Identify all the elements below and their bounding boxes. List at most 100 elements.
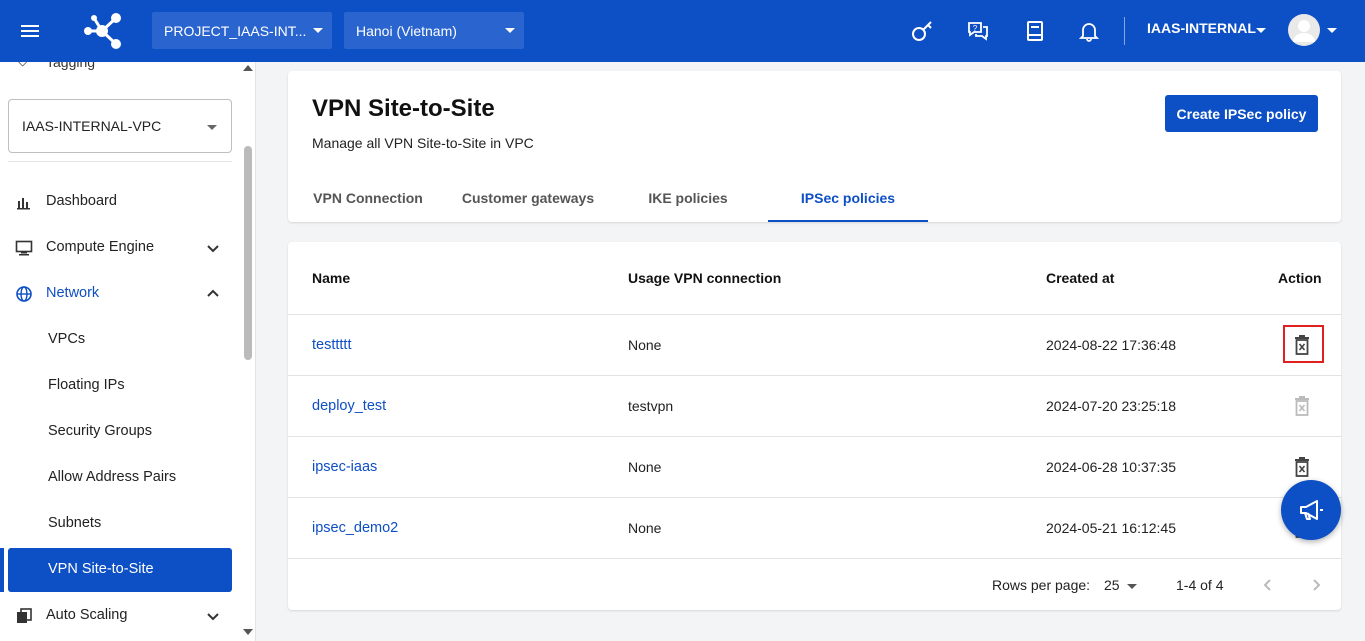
chevron-down-icon bbox=[505, 28, 515, 33]
support-button[interactable]: ? bbox=[965, 18, 991, 44]
table-row: ipsec_demo2 None 2024-05-21 16:12:45 bbox=[288, 497, 1341, 558]
tab-ike-policies[interactable]: IKE policies bbox=[608, 178, 768, 222]
created-cell: 2024-08-22 17:36:48 bbox=[1046, 337, 1176, 353]
sidebar-item-network[interactable]: Network bbox=[0, 272, 240, 316]
tab-vpn-connection[interactable]: VPN Connection bbox=[288, 178, 448, 222]
sidebar-item-allow-address-pairs[interactable]: Allow Address Pairs bbox=[0, 456, 240, 500]
created-cell: 2024-06-28 10:37:35 bbox=[1046, 459, 1176, 475]
key-button[interactable] bbox=[909, 18, 935, 44]
chevron-down-icon bbox=[1327, 28, 1337, 33]
sidebar-item-security-groups[interactable]: Security Groups bbox=[0, 410, 240, 454]
support-chat-icon: ? bbox=[968, 22, 988, 41]
policy-name-link[interactable]: ipsec_demo2 bbox=[312, 520, 398, 536]
network-logo-icon[interactable] bbox=[80, 10, 124, 52]
rows-per-page-select[interactable]: 25 bbox=[1104, 577, 1120, 593]
active-indicator bbox=[0, 548, 4, 592]
project-select-value: PROJECT_IAAS-INT... bbox=[164, 22, 307, 39]
chevron-up-icon bbox=[207, 289, 219, 297]
ipsec-policies-table: Name Usage VPN connection Created at Act… bbox=[288, 242, 1341, 610]
create-ipsec-policy-button[interactable]: Create IPSec policy bbox=[1165, 95, 1318, 132]
account-name: IAAS-INTERNAL bbox=[1147, 20, 1256, 36]
created-cell: 2024-05-21 16:12:45 bbox=[1046, 520, 1176, 536]
sidebar-item-vpcs[interactable]: VPCs bbox=[0, 318, 240, 362]
account-menu[interactable]: IAAS-INTERNAL bbox=[1147, 20, 1256, 36]
scroll-up-icon[interactable] bbox=[243, 65, 253, 71]
next-page-icon[interactable] bbox=[1304, 573, 1328, 597]
sidebar-item-label: Auto Scaling bbox=[46, 607, 128, 623]
bar-chart-icon bbox=[17, 198, 30, 210]
usage-cell: testvpn bbox=[628, 398, 674, 414]
sidebar-item-floating-ips[interactable]: Floating IPs bbox=[0, 364, 240, 408]
delete-icon[interactable] bbox=[1293, 457, 1311, 477]
docs-button[interactable] bbox=[1022, 18, 1048, 44]
scaling-icon bbox=[17, 608, 32, 623]
sidebar-item-label: Tagging bbox=[46, 62, 96, 70]
sidebar-item-compute-engine[interactable]: Compute Engine bbox=[0, 226, 240, 270]
scrollbar-thumb[interactable] bbox=[244, 146, 252, 360]
sidebar-item-auto-scaling[interactable]: Auto Scaling bbox=[0, 594, 240, 638]
region-select-value: Hanoi (Vietnam) bbox=[356, 22, 457, 39]
user-avatar-icon bbox=[1293, 20, 1315, 42]
region-select[interactable]: Hanoi (Vietnam) bbox=[344, 12, 524, 49]
policy-name-link[interactable]: ipsec-iaas bbox=[312, 459, 377, 475]
vpc-select-value: IAAS-INTERNAL-VPC bbox=[22, 118, 162, 134]
key-icon bbox=[912, 21, 932, 41]
tab-customer-gateways[interactable]: Customer gateways bbox=[448, 178, 608, 222]
sidebar-item-dashboard[interactable]: Dashboard bbox=[0, 180, 240, 224]
sidebar-item-label: VPCs bbox=[48, 331, 86, 347]
megaphone-icon bbox=[1300, 500, 1323, 520]
sidebar-item-subnets[interactable]: Subnets bbox=[0, 502, 240, 546]
column-header-usage: Usage VPN connection bbox=[628, 270, 782, 286]
usage-cell: None bbox=[628, 459, 662, 475]
chevron-down-icon bbox=[1256, 28, 1266, 33]
page-subtitle: Manage all VPN Site-to-Site in VPC bbox=[312, 135, 534, 151]
usage-cell: None bbox=[628, 337, 662, 353]
bell-icon bbox=[1079, 23, 1099, 42]
menu-button[interactable] bbox=[0, 0, 60, 62]
column-header-action: Action bbox=[1278, 270, 1322, 286]
tab-ipsec-policies[interactable]: IPSec policies bbox=[768, 178, 928, 222]
sidebar-item-label: Allow Address Pairs bbox=[48, 469, 177, 485]
sidebar-item-label: Subnets bbox=[48, 515, 102, 531]
column-header-name: Name bbox=[312, 270, 351, 286]
sidebar-item-label: Compute Engine bbox=[46, 239, 155, 255]
announcement-button[interactable] bbox=[1281, 480, 1341, 540]
column-header-created: Created at bbox=[1046, 270, 1115, 286]
notifications-button[interactable] bbox=[1076, 18, 1102, 44]
topbar-divider bbox=[1124, 17, 1125, 45]
project-select[interactable]: PROJECT_IAAS-INT... bbox=[152, 12, 332, 49]
page-header-card: VPN Site-to-Site Manage all VPN Site-to-… bbox=[288, 71, 1341, 222]
delete-icon bbox=[1295, 396, 1309, 416]
top-bar: PROJECT_IAAS-INT... Hanoi (Vietnam) ? IA… bbox=[0, 0, 1365, 62]
scroll-down-icon[interactable] bbox=[243, 629, 253, 635]
usage-cell: None bbox=[628, 520, 662, 536]
policy-name-link[interactable]: deploy_test bbox=[312, 398, 386, 414]
svg-text:?: ? bbox=[973, 24, 978, 33]
chevron-down-icon bbox=[207, 245, 219, 253]
table-row: testtttt None 2024-08-22 17:36:48 bbox=[288, 314, 1341, 375]
sidebar-item-label: Security Groups bbox=[48, 423, 152, 439]
table-row: deploy_test testvpn 2024-07-20 23:25:18 bbox=[288, 375, 1341, 436]
chevron-down-icon[interactable] bbox=[1127, 584, 1137, 589]
table-row: ipsec-iaas None 2024-06-28 10:37:35 bbox=[288, 436, 1341, 497]
sidebar-item-vpn-site-to-site[interactable]: VPN Site-to-Site bbox=[8, 548, 232, 592]
created-cell: 2024-07-20 23:25:18 bbox=[1046, 398, 1176, 414]
sidebar-item-label: Dashboard bbox=[46, 193, 117, 209]
policy-name-link[interactable]: testtttt bbox=[312, 337, 352, 353]
sidebar-item-label: Network bbox=[46, 285, 100, 301]
prev-page-icon[interactable] bbox=[1256, 573, 1280, 597]
chevron-down-icon bbox=[207, 125, 217, 130]
avatar[interactable] bbox=[1288, 14, 1320, 46]
docs-icon bbox=[1027, 21, 1043, 41]
table-pagination: Rows per page: 25 1-4 of 4 bbox=[288, 558, 1341, 610]
delete-icon[interactable] bbox=[1293, 335, 1311, 355]
menu-icon bbox=[21, 25, 39, 37]
tag-icon: ◇ bbox=[18, 62, 27, 68]
page-title: VPN Site-to-Site bbox=[312, 95, 495, 122]
vpc-select[interactable]: IAAS-INTERNAL-VPC bbox=[8, 99, 232, 153]
chevron-down-icon bbox=[313, 28, 323, 33]
chevron-down-icon bbox=[207, 613, 219, 621]
sidebar-item-label: Floating IPs bbox=[48, 377, 125, 393]
pagination-range: 1-4 of 4 bbox=[1176, 577, 1224, 593]
divider bbox=[8, 161, 232, 162]
